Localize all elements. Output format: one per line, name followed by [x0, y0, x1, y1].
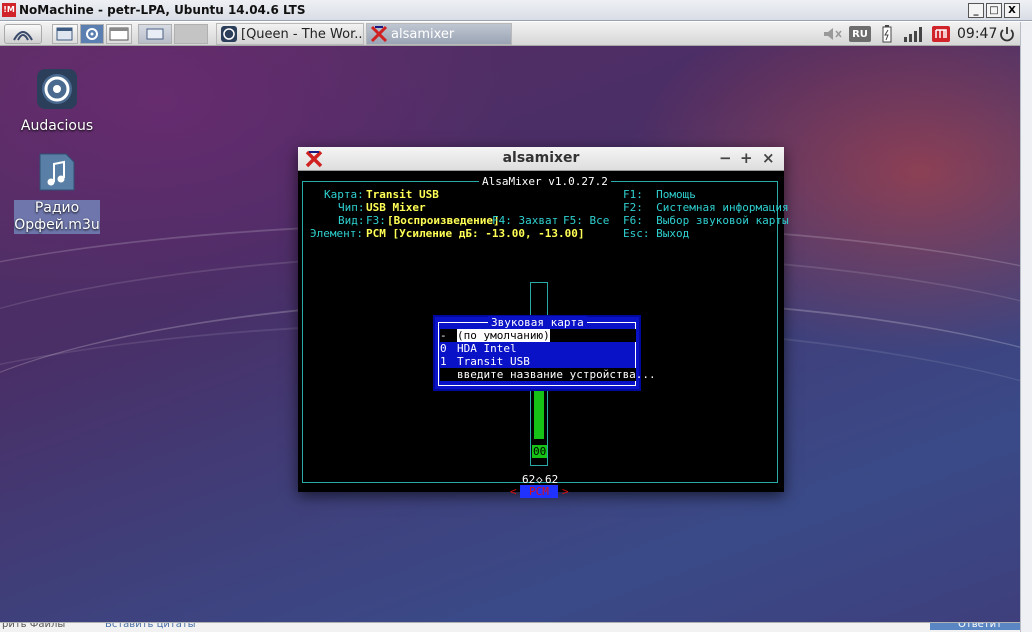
window-titlebar: alsamixer − + × [298, 147, 784, 171]
terminal-area[interactable]: AlsaMixer v1.0.27.2 Карта: Transit USB Ч… [298, 171, 789, 498]
chip-label: Чип: [338, 201, 365, 214]
task-alsamixer[interactable]: alsamixer [366, 23, 512, 45]
workspace-window-icon [146, 28, 164, 40]
help-f2: F2: Системная информация [623, 201, 789, 214]
dialog-item-label: введите название устройства... [457, 368, 656, 381]
desktop-icon-radio-orfei[interactable]: Радио Орфей.m3u [14, 152, 100, 234]
menu-arc-icon [13, 31, 33, 41]
audacious-icon [37, 69, 77, 109]
window-close-button[interactable]: × [762, 149, 775, 167]
battery-icon [882, 25, 892, 43]
nomachine-titlebar: !M NoMachine - petr-LPA, Ubuntu 14.04.6 … [0, 0, 1032, 21]
dialog-item-key: 0 [440, 342, 447, 355]
main-menu-button[interactable] [4, 24, 42, 44]
task-audacious[interactable]: [Queen - The Wor... [216, 23, 364, 45]
dialog-item-transit-usb[interactable]: Transit USB [457, 355, 530, 368]
alsamixer-version: AlsaMixer v1.0.27.2 [479, 175, 611, 188]
dialog-title: Звуковая карта [488, 316, 587, 329]
help-f1: F1: Помощь [623, 188, 696, 201]
signal-bars-icon [904, 27, 922, 42]
dialog-item-default[interactable]: - (по умолчанию) [440, 329, 636, 342]
desktop-icon-label: Audacious [20, 118, 94, 134]
element-label: Элемент: [310, 227, 363, 240]
window-minimize-button[interactable]: − [719, 149, 732, 167]
bottom-reply-button[interactable]: Ответит [930, 623, 1020, 630]
help-f6: F6: Выбор звуковой карты [623, 214, 789, 227]
nomachine-maximize-button[interactable]: □ [986, 3, 1002, 18]
power-icon [1000, 27, 1014, 42]
card-value: Transit USB [366, 188, 439, 201]
music-file-icon [39, 153, 75, 191]
window-maximize-button[interactable]: + [740, 149, 753, 167]
nomachine-tray-icon[interactable] [930, 24, 952, 44]
pcm-left-arrow-icon: < [510, 485, 517, 498]
dialog-item-hda-intel[interactable]: HDA Intel [457, 342, 517, 355]
pcm-right-arrow-icon: > [562, 485, 569, 498]
volume-muted-icon [824, 28, 842, 40]
pcm-channel-name[interactable]: PCM [520, 485, 558, 498]
clock[interactable]: 09:47 [957, 24, 997, 44]
dialog-item-label: (по умолчанию) [457, 329, 550, 342]
nomachine-bottom-strip: рить Файлы Вставить цитаты Ответит [0, 622, 1020, 632]
sound-card-dialog: Звуковая карта - (по умолчанию) 0 HDA In… [433, 315, 656, 391]
gear-icon [86, 28, 98, 40]
volume-tray-icon[interactable] [822, 24, 844, 44]
task-label: alsamixer [391, 26, 455, 42]
desktop-icon-label: Радио Орфей.m3u [14, 200, 100, 234]
show-desktop-button[interactable] [52, 24, 78, 44]
file-manager-icon [56, 27, 73, 41]
nomachine-minimize-button[interactable]: _ [968, 3, 984, 18]
view-label: Вид: [338, 214, 365, 227]
network-tray-icon[interactable] [902, 24, 926, 44]
chip-value: USB Mixer [366, 201, 426, 214]
workspace-2[interactable] [174, 24, 208, 44]
view-all[interactable]: F5: Все [563, 214, 609, 227]
nomachine-logo-icon: !M [2, 3, 16, 17]
desktop: [Queen - The Wor... alsamixer RU 09:47 A… [0, 22, 1020, 622]
nomachine-side-strip [1020, 22, 1032, 632]
view-capture[interactable]: F4: Захват [492, 214, 558, 227]
element-value: PCM [Усиление дБ: -13.00, -13.00] [366, 227, 585, 240]
audacious-icon [221, 26, 237, 42]
dialog-item-key: 1 [440, 355, 447, 368]
dialog-item-key: - [440, 329, 447, 342]
nomachine-title: NoMachine - petr-LPA, Ubuntu 14.04.6 LTS [19, 3, 306, 17]
help-esc: Esc: Выход [623, 227, 690, 240]
window-icon [109, 27, 129, 41]
xterm-icon [370, 25, 388, 43]
bottom-left-text: рить Файлы [2, 622, 66, 630]
battery-tray-icon[interactable] [880, 24, 894, 44]
dialog-item-enter-device[interactable]: введите название устройства... [440, 368, 656, 381]
top-panel: [Queen - The Wor... alsamixer RU 09:47 [0, 22, 1020, 46]
view-f3-key: F3: [366, 214, 386, 227]
alsamixer-window: alsamixer − + × AlsaMixer v1.0.27.2 Карт… [298, 147, 789, 498]
pcm-mute-indicator[interactable]: 00 [532, 445, 548, 458]
task-label: [Queen - The Wor... [241, 26, 364, 42]
bottom-mid-text: Вставить цитаты [105, 622, 196, 630]
nomachine-close-button[interactable]: X [1004, 3, 1020, 18]
power-button[interactable] [998, 24, 1016, 44]
keyboard-layout-indicator[interactable]: RU [849, 26, 871, 42]
desktop-icon-audacious[interactable]: Audacious [14, 67, 100, 134]
system-settings-button[interactable] [80, 24, 104, 44]
workspace-1[interactable] [138, 24, 172, 44]
view-playback-active[interactable]: [Воспроизведение] [387, 214, 500, 227]
nomachine-icon [932, 26, 950, 42]
terminal-launcher-button[interactable] [106, 24, 132, 44]
window-title: alsamixer [502, 150, 580, 166]
card-label: Карта: [324, 188, 364, 201]
